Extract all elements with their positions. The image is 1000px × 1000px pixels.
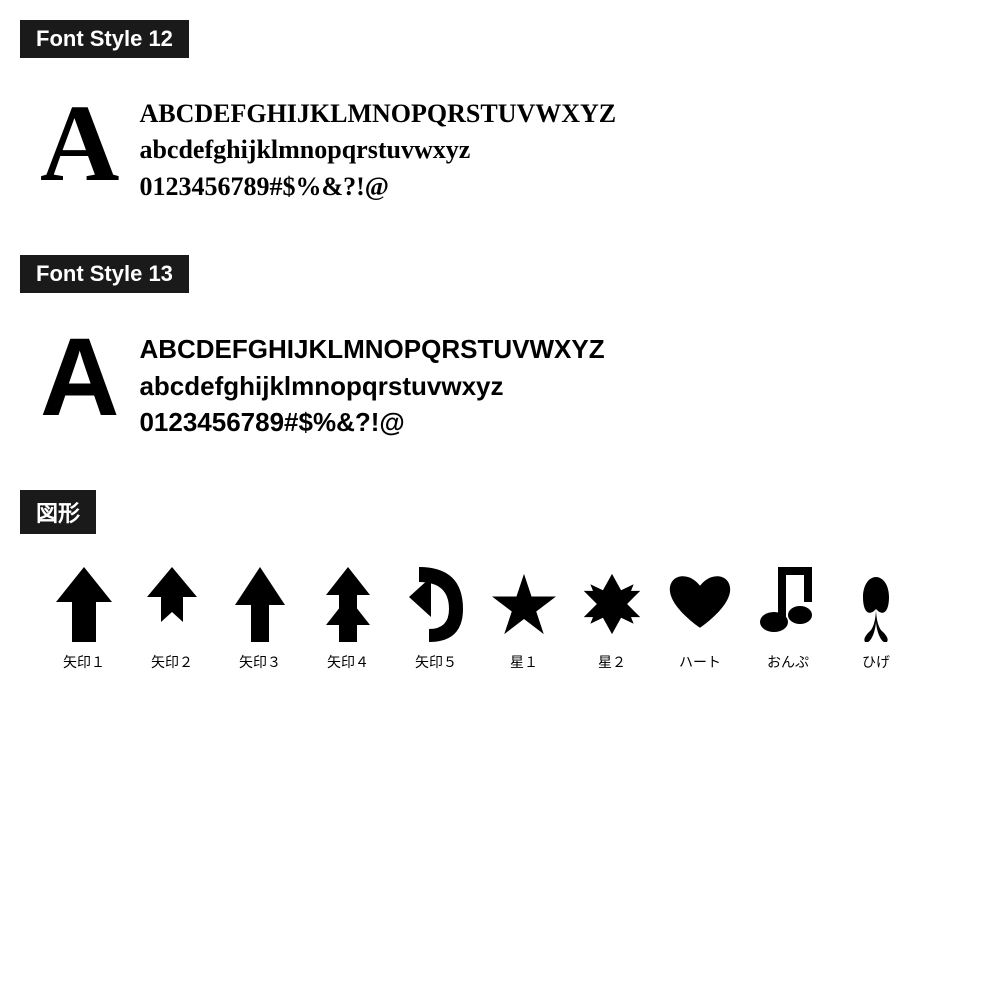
font-style-13-big-letter: A xyxy=(40,323,119,433)
shape-arrow2: 矢印２ xyxy=(128,564,216,672)
font-style-12-chars: ABCDEFGHIJKLMNOPQRSTUVWXYZ abcdefghijklm… xyxy=(139,88,616,205)
arrow5-icon xyxy=(404,564,468,644)
note-label: おんぷ xyxy=(767,652,809,672)
arrow1-icon xyxy=(52,564,116,644)
shape-mustache: ひげ xyxy=(832,564,920,672)
star2-icon xyxy=(580,564,644,644)
mustache-icon xyxy=(844,564,908,644)
star1-label: 星１ xyxy=(510,652,538,672)
shape-arrow4: 矢印４ xyxy=(304,564,392,672)
font-style-12-demo: A ABCDEFGHIJKLMNOPQRSTUVWXYZ abcdefghijk… xyxy=(20,78,980,225)
font-style-13-line1: ABCDEFGHIJKLMNOPQRSTUVWXYZ xyxy=(139,331,604,367)
font-style-12-line3: 0123456789#$%&?!@ xyxy=(139,169,616,205)
arrow5-label: 矢印５ xyxy=(415,652,457,672)
font-style-12-line2: abcdefghijklmnopqrstuvwxyz xyxy=(139,132,616,168)
font-style-13-section: Font Style 13 A ABCDEFGHIJKLMNOPQRSTUVWX… xyxy=(20,255,980,460)
shape-note: おんぷ xyxy=(744,564,832,672)
arrow3-label: 矢印３ xyxy=(239,652,281,672)
arrow1-label: 矢印１ xyxy=(63,652,105,672)
note-icon xyxy=(756,564,820,644)
font-style-13-line2: abcdefghijklmnopqrstuvwxyz xyxy=(139,368,604,404)
font-style-12-section: Font Style 12 A ABCDEFGHIJKLMNOPQRSTUVWX… xyxy=(20,20,980,225)
arrow3-icon xyxy=(228,564,292,644)
font-style-12-header: Font Style 12 xyxy=(20,20,189,58)
heart-icon xyxy=(668,564,732,644)
font-style-13-header: Font Style 13 xyxy=(20,255,189,293)
arrow2-icon xyxy=(140,564,204,644)
font-style-13-demo: A ABCDEFGHIJKLMNOPQRSTUVWXYZ abcdefghijk… xyxy=(20,313,980,460)
star2-label: 星２ xyxy=(598,652,626,672)
arrow2-label: 矢印２ xyxy=(151,652,193,672)
mustache-label: ひげ xyxy=(862,652,890,672)
star1-icon xyxy=(492,564,556,644)
heart-label: ハート xyxy=(679,652,721,672)
font-style-12-line1: ABCDEFGHIJKLMNOPQRSTUVWXYZ xyxy=(139,96,616,132)
font-style-13-chars: ABCDEFGHIJKLMNOPQRSTUVWXYZ abcdefghijklm… xyxy=(139,323,604,440)
shapes-section: 図形 矢印１ 矢印２ xyxy=(20,490,980,682)
shape-arrow1: 矢印１ xyxy=(40,564,128,672)
shapes-header: 図形 xyxy=(20,490,96,534)
shape-star1: 星１ xyxy=(480,564,568,672)
font-style-13-line3: 0123456789#$%&?!@ xyxy=(139,404,604,440)
shape-arrow5: 矢印５ xyxy=(392,564,480,672)
shape-heart: ハート xyxy=(656,564,744,672)
shape-arrow3: 矢印３ xyxy=(216,564,304,672)
arrow4-label: 矢印４ xyxy=(327,652,369,672)
arrow4-icon xyxy=(316,564,380,644)
shapes-grid: 矢印１ 矢印２ 矢印３ xyxy=(20,554,980,682)
font-style-12-big-letter: A xyxy=(40,88,119,198)
shape-star2: 星２ xyxy=(568,564,656,672)
